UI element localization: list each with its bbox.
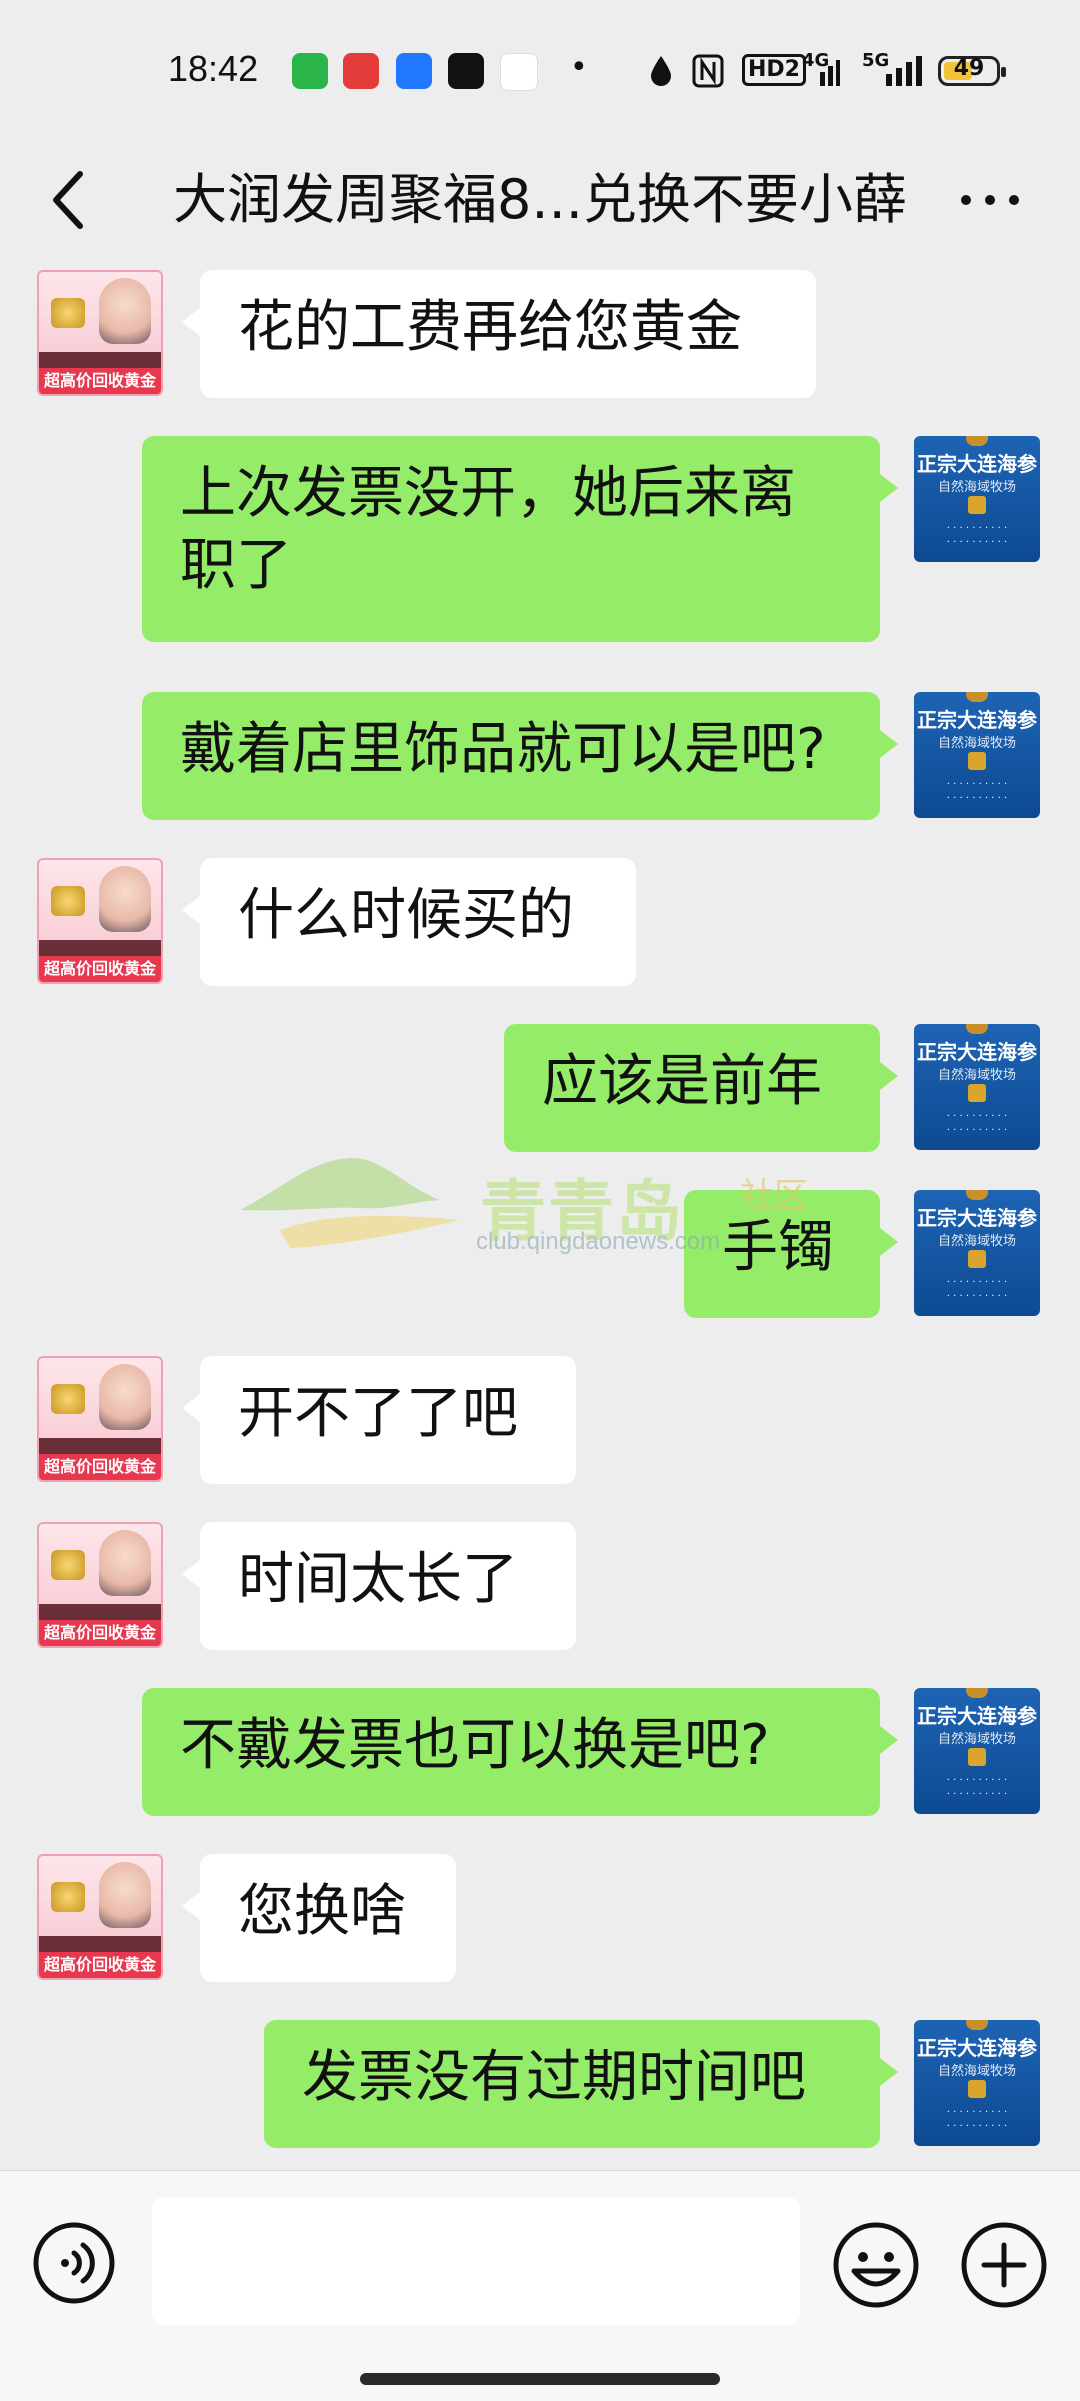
signal-icon [886, 56, 922, 86]
notification-app-icon [343, 53, 379, 89]
message-text-line: 上次发票没开，她后来离 [180, 461, 796, 526]
my-avatar[interactable]: 正宗大连海参 自然海域牧场 · · · · · · · · · · · · · · ·… [914, 1190, 1040, 1316]
chevron-left-icon[interactable] [40, 160, 100, 240]
home-indicator[interactable] [360, 2373, 720, 2385]
message-bubble[interactable]: 您换啥 [182, 1854, 456, 1982]
water-drop-icon [651, 56, 671, 86]
battery-icon: 49 [938, 56, 1006, 86]
message-bubble[interactable]: 应该是前年 [504, 1024, 898, 1152]
message-bubble[interactable]: 开不了了吧 [182, 1356, 576, 1484]
message-bubble[interactable]: 花的工费再给您黄金 [182, 270, 816, 398]
notification-app-icon [500, 53, 538, 91]
message-bubble[interactable]: 上次发票没开，她后来离 职了 [142, 436, 898, 642]
notification-app-icon [292, 53, 328, 89]
status-time: 18:42 [168, 48, 259, 89]
contact-avatar[interactable]: 超高价回收黄金 [37, 1356, 163, 1482]
battery-level: 49 [953, 56, 985, 81]
my-avatar[interactable]: 正宗大连海参 自然海域牧场 · · · · · · · · · · · · · · ·… [914, 1024, 1040, 1150]
contact-avatar[interactable]: 超高价回收黄金 [37, 858, 163, 984]
message-input[interactable] [152, 2197, 800, 2325]
message-bubble[interactable]: 时间太长了 [182, 1522, 576, 1650]
dot-icon: • [570, 50, 588, 85]
nfc-icon [692, 54, 724, 88]
contact-avatar[interactable]: 超高价回收黄金 [37, 1522, 163, 1648]
message-bubble[interactable]: 发票没有过期时间吧 [264, 2020, 898, 2148]
chat-title: 大润发周聚福8...兑换不要小薛 [173, 168, 907, 231]
notification-app-icon [396, 53, 432, 89]
hd-voice-icon: HD2 [742, 54, 806, 86]
contact-avatar[interactable]: 超高价回收黄金 [37, 1854, 163, 1980]
input-bar [0, 2170, 1080, 2401]
message-bubble[interactable]: 手镯 [684, 1190, 898, 1318]
plus-icon[interactable] [960, 2221, 1048, 2309]
signal-icon [820, 60, 840, 86]
status-bar: 18:42 • HD2 4G 5G 49 [0, 0, 1080, 140]
my-avatar[interactable]: 正宗大连海参 自然海域牧场 · · · · · · · · · · · · · · ·… [914, 692, 1040, 818]
my-avatar[interactable]: 正宗大连海参 自然海域牧场 · · · · · · · · · · · · · · ·… [914, 1688, 1040, 1814]
my-avatar[interactable]: 正宗大连海参 自然海域牧场 · · · · · · · · · · · · · · ·… [914, 436, 1040, 562]
voice-icon[interactable] [32, 2221, 116, 2305]
message-text-line: 职了 [180, 533, 292, 598]
message-bubble[interactable]: 戴着店里饰品就可以是吧? [142, 692, 898, 820]
notification-app-icon [448, 53, 484, 89]
emoji-icon[interactable] [832, 2221, 920, 2309]
message-bubble[interactable]: 什么时候买的 [182, 858, 636, 986]
contact-avatar[interactable]: 超高价回收黄金 [37, 270, 163, 396]
message-list[interactable]: 超高价回收黄金 花的工费再给您黄金 正宗大连海参 自然海域牧场 · · · · · … [0, 262, 1080, 2170]
message-bubble[interactable]: 不戴发票也可以换是吧? [142, 1688, 898, 1816]
my-avatar[interactable]: 正宗大连海参 自然海域牧场 · · · · · · · · · · · · · · ·… [914, 2020, 1040, 2146]
more-dots-icon[interactable] [950, 160, 1030, 240]
chat-header: 大润发周聚福8...兑换不要小薛 [0, 140, 1080, 260]
